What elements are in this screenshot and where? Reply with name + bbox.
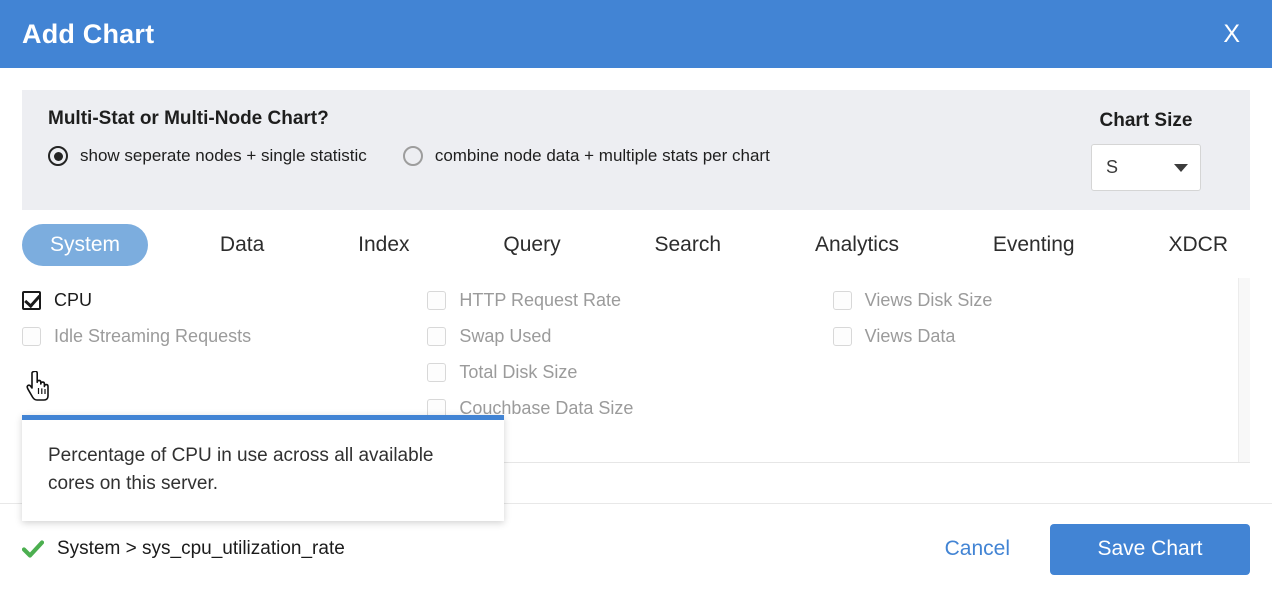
cancel-button[interactable]: Cancel [927, 527, 1028, 571]
stat-label-views-disk-size: Views Disk Size [865, 290, 993, 311]
chart-size-group: Chart Size S [1066, 108, 1226, 191]
page-title: Add Chart [22, 19, 154, 50]
chart-size-label: Chart Size [1100, 110, 1193, 132]
stat-label-views-data: Views Data [865, 326, 956, 347]
statistics-column-3: Views Disk Size Views Data [833, 282, 1238, 462]
tab-xdcr[interactable]: XDCR [1146, 224, 1250, 266]
stat-checkbox-total-disk-size[interactable]: Total Disk Size [427, 354, 822, 390]
vertical-scrollbar[interactable] [1238, 278, 1250, 462]
checkbox-icon [833, 327, 852, 346]
stat-label-total-disk-size: Total Disk Size [459, 362, 577, 383]
checkbox-checked-icon [22, 291, 41, 310]
multi-stat-options: Multi-Stat or Multi-Node Chart? show sep… [48, 108, 1066, 166]
checkbox-icon [833, 291, 852, 310]
radio-label-separate-nodes: show seperate nodes + single statistic [80, 146, 367, 166]
close-icon[interactable]: X [1213, 18, 1250, 51]
check-icon [22, 538, 44, 560]
stat-label-idle-streaming-requests: Idle Streaming Requests [54, 326, 251, 347]
chart-size-value: S [1106, 157, 1118, 178]
tab-data[interactable]: Data [198, 224, 286, 266]
stat-checkbox-views-data[interactable]: Views Data [833, 318, 1228, 354]
tab-system[interactable]: System [22, 224, 148, 266]
stat-checkbox-cpu[interactable]: CPU [22, 282, 417, 318]
selection-status: System > sys_cpu_utilization_rate [22, 538, 927, 560]
stat-label-swap-used: Swap Used [459, 326, 551, 347]
stat-label-cpu: CPU [54, 290, 92, 311]
radio-icon-selected [48, 146, 68, 166]
checkbox-icon [427, 327, 446, 346]
radio-option-combine-nodes[interactable]: combine node data + multiple stats per c… [403, 146, 770, 166]
add-chart-dialog: Add Chart X Multi-Stat or Multi-Node Cha… [0, 0, 1272, 594]
tab-index[interactable]: Index [336, 224, 431, 266]
save-chart-button[interactable]: Save Chart [1050, 524, 1250, 575]
stat-description-tooltip: Percentage of CPU in use across all avai… [22, 415, 504, 521]
radio-option-separate-nodes[interactable]: show seperate nodes + single statistic [48, 146, 367, 166]
checkbox-icon [22, 327, 41, 346]
dialog-header: Add Chart X [0, 0, 1272, 68]
tooltip-text: Percentage of CPU in use across all avai… [48, 442, 478, 497]
checkbox-icon [427, 291, 446, 310]
chart-mode-radio-group: show seperate nodes + single statistic c… [48, 146, 1066, 166]
tab-query[interactable]: Query [481, 224, 582, 266]
chart-size-select[interactable]: S [1091, 144, 1201, 191]
stat-checkbox-http-request-rate[interactable]: HTTP Request Rate [427, 282, 822, 318]
stat-checkbox-views-disk-size[interactable]: Views Disk Size [833, 282, 1228, 318]
chart-options-panel: Multi-Stat or Multi-Node Chart? show sep… [22, 90, 1250, 210]
options-heading: Multi-Stat or Multi-Node Chart? [48, 108, 1066, 130]
tab-search[interactable]: Search [633, 224, 744, 266]
status-text: System > sys_cpu_utilization_rate [57, 538, 345, 560]
radio-icon-unselected [403, 146, 423, 166]
tab-eventing[interactable]: Eventing [971, 224, 1097, 266]
checkbox-icon [427, 363, 446, 382]
dialog-body: Multi-Stat or Multi-Node Chart? show sep… [0, 68, 1272, 503]
tab-analytics[interactable]: Analytics [793, 224, 921, 266]
stat-checkbox-swap-used[interactable]: Swap Used [427, 318, 822, 354]
stat-category-tabs: System Data Index Query Search Analytics… [22, 222, 1250, 268]
stat-checkbox-idle-streaming-requests[interactable]: Idle Streaming Requests [22, 318, 417, 354]
stat-label-http-request-rate: HTTP Request Rate [459, 290, 621, 311]
chevron-down-icon [1174, 164, 1188, 172]
radio-label-combine-nodes: combine node data + multiple stats per c… [435, 146, 770, 166]
